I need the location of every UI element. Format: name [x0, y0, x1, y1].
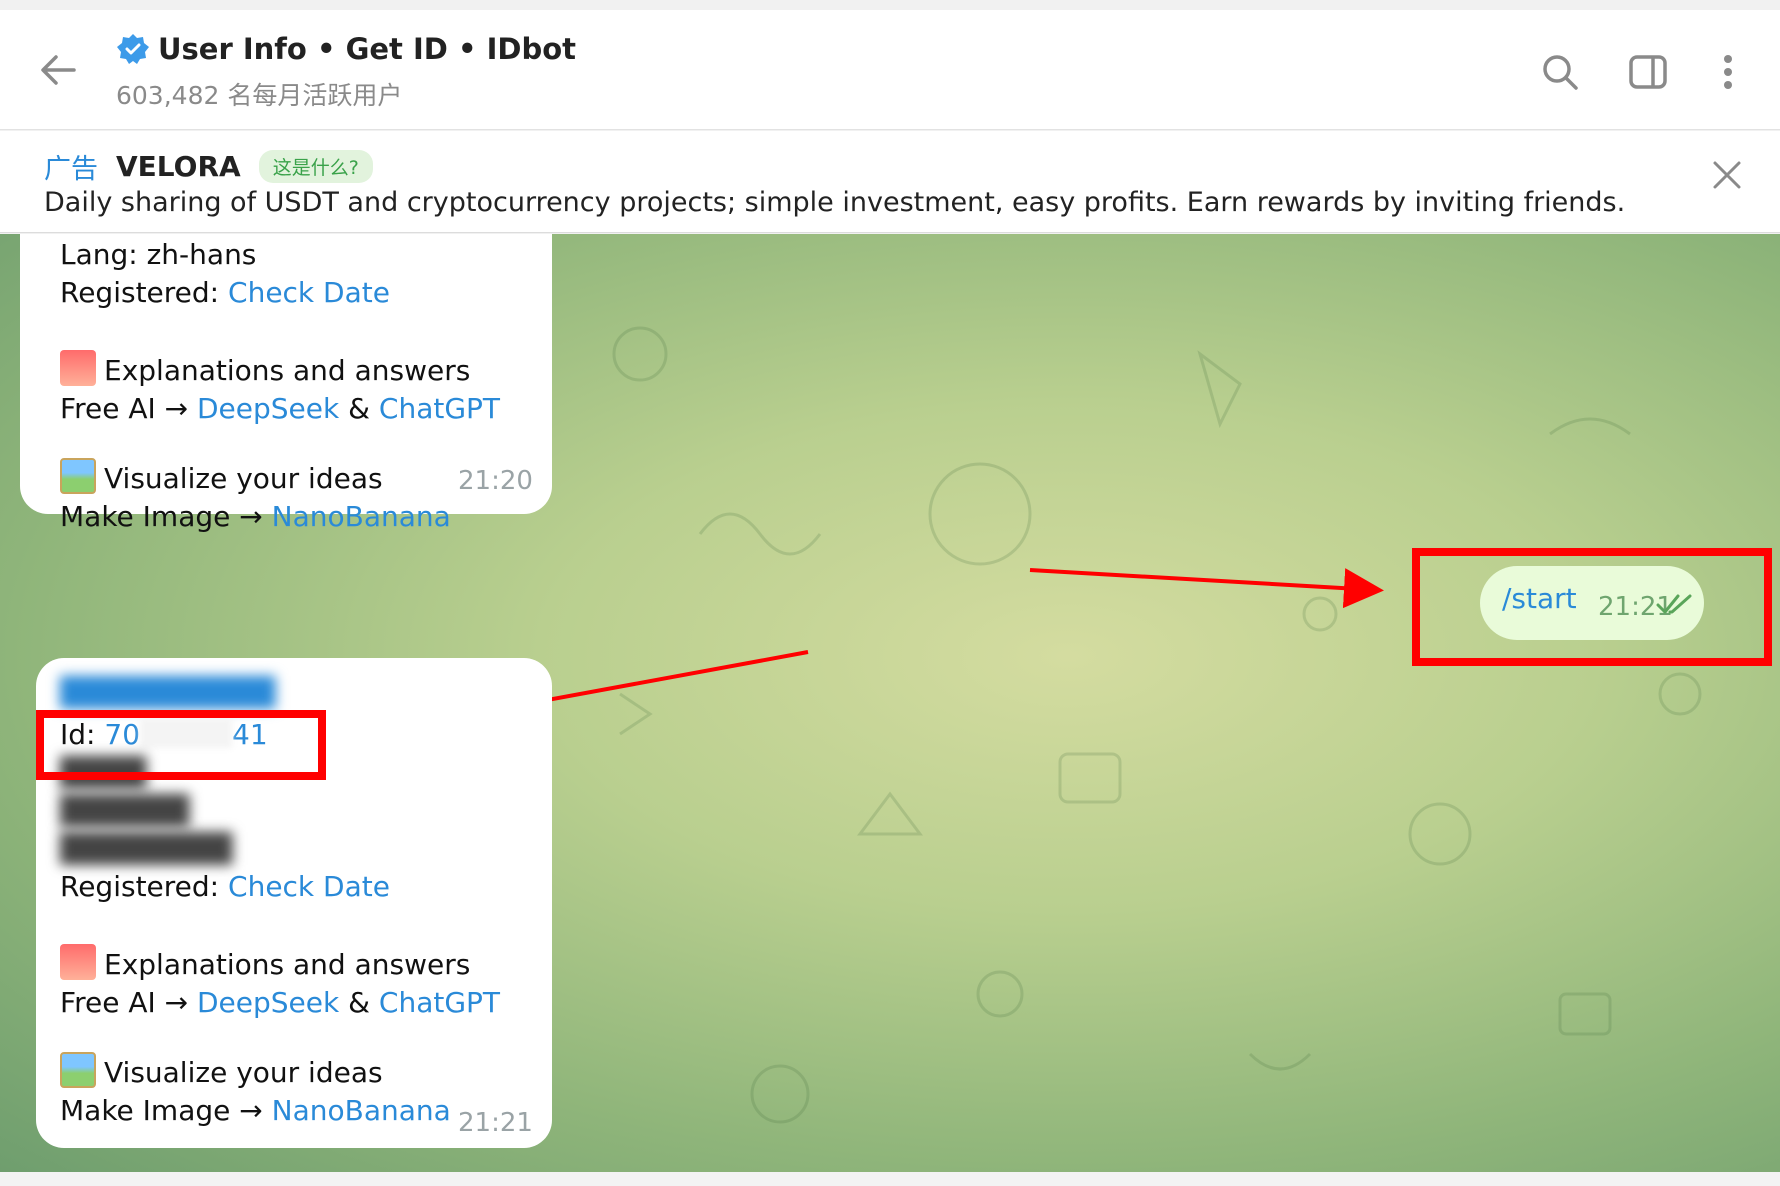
ad-brand: VELORA — [116, 150, 241, 183]
chat-title-block[interactable]: User Info • Get ID • IDbot 603,482 名每月活跃… — [116, 32, 576, 112]
make-image-prefix: Make Image → — [60, 1094, 263, 1127]
free-ai-prefix: Free AI → — [60, 986, 189, 1019]
ai-emoji-icon — [60, 944, 96, 980]
message-list: Lang: zh-hans Registered: Check Date Exp… — [0, 234, 1780, 1172]
ad-label: 广告 — [44, 154, 98, 185]
ampersand: & — [348, 986, 370, 1019]
sponsored-banner[interactable]: 广告 VELORA 这是什么? Daily sharing of USDT an… — [0, 131, 1780, 233]
monthly-users-count: 603,482 名每月活跃用户 — [116, 81, 403, 110]
highlight-box-id — [36, 710, 326, 780]
explain-title: Explanations and answers — [104, 948, 471, 981]
check-date-link[interactable]: Check Date — [228, 870, 390, 903]
deepseek-link[interactable]: DeepSeek — [197, 986, 339, 1019]
composer-edge — [0, 1172, 1780, 1186]
nanobanana-link[interactable]: NanoBanana — [272, 1094, 451, 1127]
redacted-username: ██████████ — [60, 676, 276, 709]
what-is-this-button[interactable]: 这是什么? — [258, 150, 373, 183]
visualize-title: Visualize your ideas — [104, 1056, 383, 1089]
chat-title: User Info • Get ID • IDbot — [158, 32, 577, 66]
picture-emoji-icon — [60, 1052, 96, 1088]
redacted-line-3: ████████ — [60, 832, 233, 865]
message-time: 21:21 — [458, 1108, 533, 1138]
back-arrow-icon[interactable] — [36, 48, 80, 92]
registered-label: Registered: — [60, 870, 220, 903]
close-ad-icon[interactable] — [1712, 160, 1742, 190]
search-icon[interactable] — [1540, 52, 1580, 92]
sidebar-toggle-icon[interactable] — [1628, 52, 1668, 92]
chat-header: User Info • Get ID • IDbot 603,482 名每月活跃… — [0, 10, 1780, 130]
verified-badge-icon — [117, 34, 149, 64]
redacted-line-2: ██████ — [60, 794, 190, 827]
chatgpt-link[interactable]: ChatGPT — [379, 986, 500, 1019]
ad-text: Daily sharing of USDT and cryptocurrency… — [44, 187, 1626, 218]
more-menu-icon[interactable] — [1708, 52, 1748, 92]
